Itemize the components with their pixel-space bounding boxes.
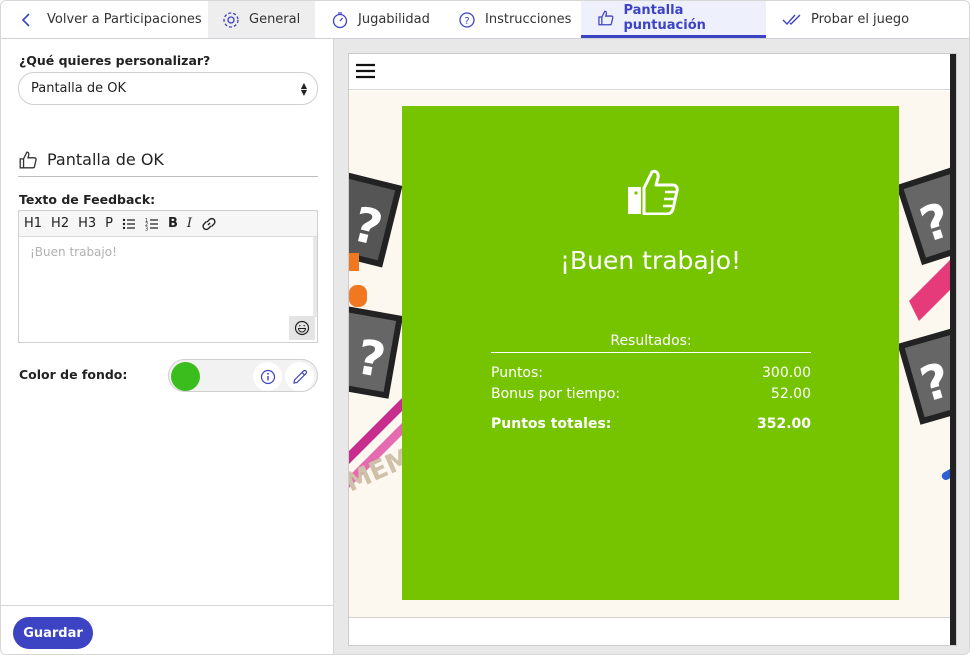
tab-instructions[interactable]: ? Instrucciones <box>458 1 571 38</box>
total-label: Puntos totales: <box>491 416 612 432</box>
thumbs-up-icon <box>598 10 614 26</box>
svg-text:?: ? <box>464 16 469 27</box>
results-block: Resultados: Puntos: 300.00 Bonus por tie… <box>491 333 811 437</box>
top-tab-bar: Volver a Participaciones General Jugabil… <box>1 1 969 39</box>
result-label: Bonus por tiempo: <box>491 386 621 402</box>
eyedropper-button[interactable] <box>285 362 314 391</box>
svg-text:3: 3 <box>145 226 148 231</box>
results-title: Resultados: <box>491 333 811 353</box>
tab-label: Jugabilidad <box>358 12 430 27</box>
result-total-row: Puntos totales: 352.00 <box>491 416 811 437</box>
settings-panel: ¿Qué quieres personalizar? Pantalla de O… <box>1 39 334 654</box>
editor-scrollbar[interactable] <box>313 237 317 317</box>
game-background: ? ? MEMO ? ? ¡Buen trabajo! Resultados: … <box>349 91 950 617</box>
paragraph-button[interactable]: P <box>105 216 113 231</box>
stopwatch-icon <box>332 11 348 28</box>
eyedropper-icon <box>292 369 307 384</box>
color-swatch[interactable] <box>171 362 200 391</box>
total-value: 352.00 <box>756 416 811 432</box>
back-to-participations-tab[interactable]: Volver a Participaciones <box>21 1 202 38</box>
game-preview: ? ? MEMO ? ? ¡Buen trabajo! Resultados: … <box>348 53 957 646</box>
h1-button[interactable]: H1 <box>24 216 42 231</box>
info-icon <box>260 369 275 384</box>
feedback-editor: H1 H2 H3 P 123 B I ¡Buen trabajo! <box>18 210 318 343</box>
customize-label: ¿Qué quieres personalizar? <box>19 53 211 68</box>
tab-label: Instrucciones <box>485 12 572 27</box>
feedback-placeholder: ¡Buen trabajo! <box>30 245 117 259</box>
info-button[interactable] <box>253 362 282 391</box>
question-circle-icon: ? <box>459 11 475 28</box>
bg-color-control <box>168 359 318 392</box>
save-button[interactable]: Guardar <box>13 617 93 649</box>
tab-general[interactable]: General <box>208 1 315 38</box>
bg-color-label: Color de fondo: <box>19 367 128 382</box>
bold-button[interactable]: B <box>168 216 178 231</box>
section-header: Pantalla de OK <box>18 150 318 177</box>
result-value: 300.00 <box>762 365 811 381</box>
tab-label: Volver a Participaciones <box>47 12 202 27</box>
link-icon <box>202 217 216 230</box>
double-check-icon <box>782 14 801 25</box>
preview-panel: ? ? MEMO ? ? ¡Buen trabajo! Resultados: … <box>334 39 969 654</box>
hamburger-menu-icon[interactable] <box>356 63 375 79</box>
result-label: Puntos: <box>491 365 544 381</box>
editor-toolbar: H1 H2 H3 P 123 B I <box>19 211 317 237</box>
result-row: Puntos: 300.00 <box>491 365 811 386</box>
emoji-button[interactable] <box>289 316 315 340</box>
link-button[interactable] <box>201 216 217 232</box>
smiley-icon <box>294 320 310 336</box>
thumbs-up-icon <box>628 169 679 215</box>
tab-label: Pantalla puntuación <box>623 3 706 33</box>
tab-label: General <box>249 12 301 27</box>
preview-footer <box>349 617 950 645</box>
preview-header <box>349 54 956 90</box>
feedback-message: ¡Buen trabajo! <box>559 246 742 275</box>
result-row: Bonus por tiempo: 52.00 <box>491 386 811 407</box>
h3-button[interactable]: H3 <box>78 216 96 231</box>
app-window: Volver a Participaciones General Jugabil… <box>0 0 970 655</box>
thumbs-up-icon <box>19 151 37 169</box>
customize-select[interactable]: Pantalla de OK ▲ ▼ <box>18 72 318 105</box>
section-title: Pantalla de OK <box>47 150 164 169</box>
left-footer: Guardar <box>1 605 333 654</box>
score-card: ¡Buen trabajo! Resultados: Puntos: 300.0… <box>402 106 899 600</box>
tab-playability[interactable]: Jugabilidad <box>331 1 430 38</box>
tab-score-screen[interactable]: Pantalla puntuación <box>581 1 766 38</box>
chevron-left-icon <box>21 12 30 27</box>
h2-button[interactable]: H2 <box>51 216 69 231</box>
tab-label: Probar el juego <box>811 12 910 27</box>
gear-icon <box>223 11 239 28</box>
feedback-label: Texto de Feedback: <box>19 192 156 207</box>
preview-scrollbar[interactable] <box>950 54 956 645</box>
bullet-list-icon <box>122 218 135 229</box>
italic-button[interactable]: I <box>187 216 192 231</box>
customize-select-value: Pantalla de OK <box>31 81 126 96</box>
numbered-list-button[interactable]: 123 <box>145 217 159 231</box>
result-value: 52.00 <box>770 386 811 402</box>
feedback-textarea[interactable]: ¡Buen trabajo! <box>19 237 317 342</box>
tab-test-game[interactable]: Probar el juego <box>782 1 909 38</box>
bullet-list-button[interactable] <box>122 217 136 231</box>
numbered-list-icon: 123 <box>145 218 158 231</box>
select-arrows-icon: ▲ ▼ <box>300 81 307 97</box>
background-decoration-right: ? ? <box>899 166 950 480</box>
